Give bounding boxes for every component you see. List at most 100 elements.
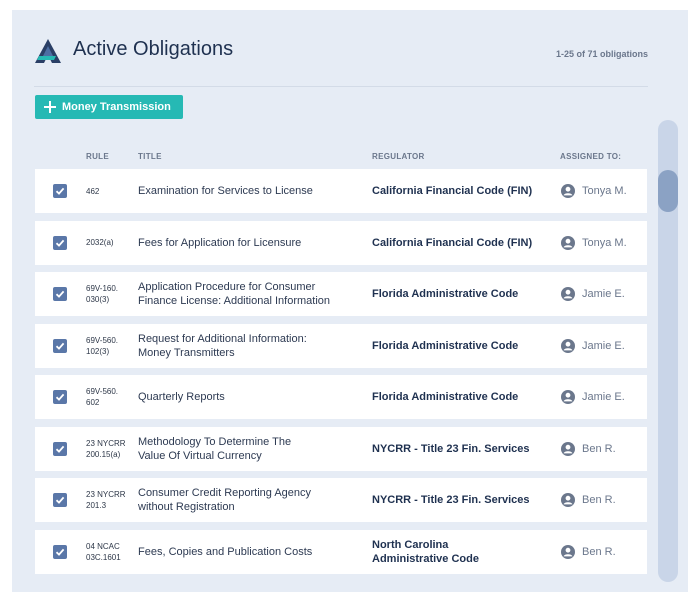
table-row[interactable]: 23 NYCRR 200.15(a) Methodology To Determin… [35,426,647,471]
regulator-cell: North Carolina Administrative Code [372,530,552,574]
checkmark-icon [55,548,65,556]
rule-text: 602 [86,398,100,407]
title-text: Fees for Application for Licensure [138,236,302,249]
table-row[interactable]: 69V-560. 602 Quarterly Reports Florida Admi… [35,375,647,419]
checkmark-icon [55,239,65,247]
regulator-cell: Florida Administrative Code [372,324,552,368]
table-row[interactable]: 04 NCAC 03C.1601 Fees, Copies and Publicat… [35,529,647,574]
title-text: Consumer Credit Reporting Agency [138,487,312,499]
title-text: Fees, Copies and Publication Costs [138,545,313,558]
pagination-count: 1-25 of 71 obligations [555,49,648,59]
obligations-panel: Active Obligations 1-25 of 71 obligation… [12,10,688,592]
user-avatar-icon [561,441,575,456]
rule-text: 201.3 [86,501,107,510]
checkmark-icon [55,342,65,350]
title-text: Value Of Virtual Currency [138,449,262,462]
row-checkbox[interactable] [53,441,67,456]
assignee-cell[interactable]: Jamie E. [561,389,625,405]
regulator-text: Florida Administrative Code [372,391,519,403]
checkmark-icon [55,496,65,504]
brand-logo-icon [35,39,61,63]
row-checkbox[interactable] [53,338,67,353]
regulator-cell: California Financial Code (FIN) [372,169,552,213]
assignee-cell[interactable]: Tonya M. [561,235,627,251]
rule-cell: 69V-560. 102(3) [86,324,128,368]
regulator-text: Florida Administrative Code [372,339,519,352]
assignee-name: Jamie E. [582,288,625,300]
regulator-text: NYCRR - Title 23 Fin. Services [372,442,530,455]
checkmark-icon [55,393,65,401]
assignee-cell[interactable]: Ben R. [561,544,616,560]
assignee-name: Tonya M. [582,236,627,249]
title-text: Request for Additional Information: [138,332,307,345]
title-cell: Methodology To Determine The Value Of Vir… [138,427,363,471]
rule-cell: 69V-560. 602 [86,375,128,419]
assignee-name: Ben R. [582,494,616,506]
plus-icon [44,101,56,113]
assignee-cell[interactable]: Tonya M. [561,183,627,199]
panel-header: Active Obligations 1-25 of 71 obligation… [34,34,648,87]
regulator-text: California Financial Code (FIN) [372,185,533,197]
title-cell: Application Procedure for Consumer Financ… [138,272,363,316]
assignee-cell[interactable]: Jamie E. [561,286,625,302]
assignee-cell[interactable]: Jamie E. [561,338,625,354]
assignee-cell[interactable]: Ben R. [561,441,616,457]
rule-text: 69V-560. [86,387,119,396]
user-avatar-icon [561,390,575,404]
page-title: Active Obligations [73,38,234,60]
rule-text: 462 [86,186,100,196]
column-header-assigned: ASSIGNED TO: [560,152,622,161]
column-header-title: TITLE [138,152,162,161]
regulator-cell: NYCRR - Title 23 Fin. Services [372,478,552,522]
scrollbar-track[interactable] [658,120,678,582]
table-row[interactable]: 23 NYCRR 201.3 Consumer Credit Reporting A… [35,478,647,522]
rule-text: 030(3) [86,295,110,304]
scrollbar-thumb[interactable] [658,170,678,212]
row-checkbox[interactable] [53,235,67,250]
add-money-transmission-button[interactable]: Money Transmission [35,95,183,119]
regulator-cell: Florida Administrative Code [372,272,552,316]
checkmark-icon [55,187,65,195]
assignee-name: Ben R. [582,442,616,455]
checkmark-icon [55,445,65,453]
rule-cell: 2032(a) [86,221,128,265]
row-checkbox[interactable] [53,390,67,404]
rule-text: 102(3) [86,346,110,356]
regulator-cell: California Financial Code (FIN) [372,221,552,265]
table-row[interactable]: 462 Examination for Services to License Ca… [35,169,647,213]
user-avatar-icon [561,544,575,559]
rule-cell: 462 [86,169,128,213]
title-text: Finance License: Additional Information [138,295,331,307]
user-avatar-icon [561,235,575,250]
rule-text: 69V-160. [86,284,119,293]
assignee-cell[interactable]: Ben R. [561,492,616,508]
rule-text: 200.15(a) [86,449,121,459]
table-row[interactable]: 2032(a) Fees for Application for Licensur… [35,220,647,265]
assignee-name: Jamie E. [582,391,625,403]
row-checkbox[interactable] [53,493,67,507]
assignee-name: Ben R. [582,545,616,558]
column-header-rule: RULE [86,152,109,161]
checkmark-icon [55,290,65,298]
regulator-text: California Financial Code (FIN) [372,236,533,249]
user-avatar-icon [561,493,575,507]
row-checkbox[interactable] [53,544,67,559]
title-text: without Registration [138,501,235,513]
rule-text: 03C.1601 [86,552,121,562]
user-avatar-icon [561,338,575,353]
title-cell: Request for Additional Information: Money… [138,324,363,368]
table-row[interactable]: 69V-560. 102(3) Request for Additional Inf… [35,323,647,368]
rule-cell: 23 NYCRR 200.15(a) [86,427,128,471]
rule-text: 04 NCAC [86,541,120,551]
user-avatar-icon [561,287,575,301]
title-cell: Fees for Application for Licensure [138,221,363,265]
regulator-text: Administrative Code [372,552,479,565]
regulator-cell: NYCRR - Title 23 Fin. Services [372,427,552,471]
rule-text: 2032(a) [86,238,114,247]
title-text: Examination for Services to License [138,185,313,197]
row-checkbox[interactable] [53,287,67,301]
regulator-text: North Carolina [372,538,449,551]
title-cell: Examination for Services to License [138,169,363,213]
table-row[interactable]: 69V-160. 030(3) Application Procedure for … [35,272,647,316]
row-checkbox[interactable] [53,184,67,198]
